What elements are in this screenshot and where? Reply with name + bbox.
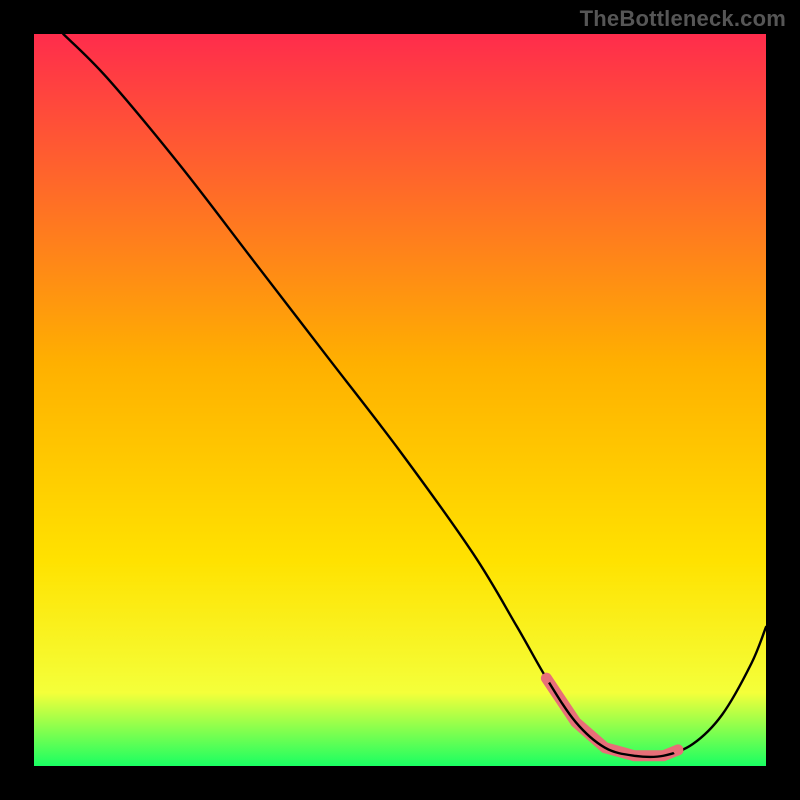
trough-end-dot (541, 673, 551, 683)
gradient-background (34, 34, 766, 766)
chart-frame: TheBottleneck.com (0, 0, 800, 800)
watermark-text: TheBottleneck.com (580, 6, 786, 32)
trough-end-dot (673, 745, 683, 755)
plot-area (34, 34, 766, 766)
chart-svg (34, 34, 766, 766)
